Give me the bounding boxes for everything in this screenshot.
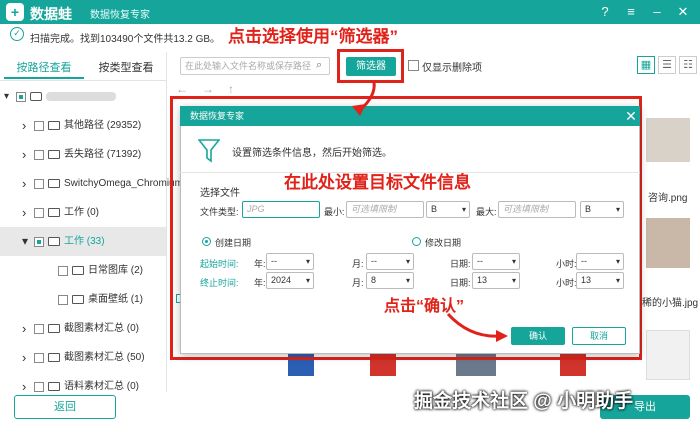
watermark-text: 掘金技术社区 @ 小明助手 (414, 391, 634, 412)
back-button[interactable]: 返回 (14, 395, 116, 419)
arrow-head (496, 330, 508, 342)
arrow-to-confirm (446, 312, 501, 338)
cancel-button[interactable]: 取消 (572, 327, 626, 345)
confirm-button[interactable]: 确认 (511, 327, 565, 345)
arrow-head (352, 104, 366, 116)
annotation-arrows (352, 81, 508, 342)
